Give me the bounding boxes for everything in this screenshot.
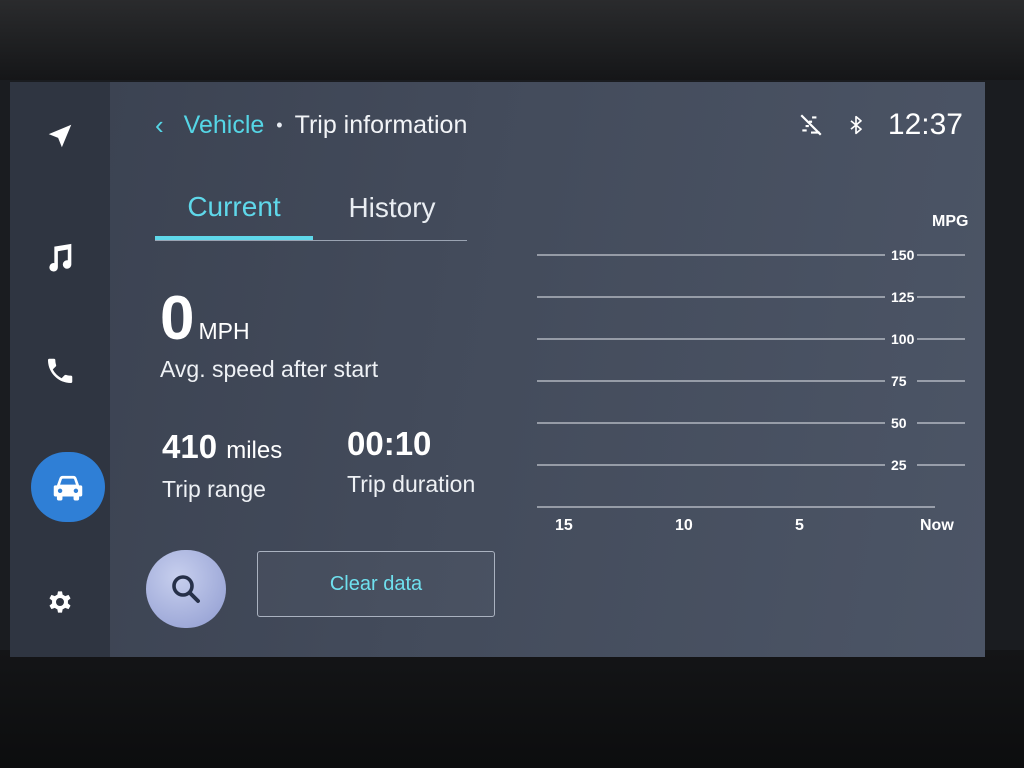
y-tick-label: 125 — [891, 289, 915, 305]
search-button[interactable] — [146, 550, 226, 628]
phone-icon — [48, 358, 73, 383]
nav-rail — [10, 82, 110, 657]
breadcrumb: ‹ Vehicle • Trip information — [155, 108, 467, 142]
navigation-icon — [48, 124, 72, 148]
trip-duration-label: Trip duration — [347, 471, 476, 497]
y-tick-label: 100 — [891, 331, 915, 347]
infotainment-screen: ‹ Vehicle • Trip information 12:37 Curre… — [10, 82, 985, 657]
trip-range-unit: miles — [226, 437, 283, 464]
avg-speed-unit: MPH — [198, 318, 250, 344]
trip-range-label: Trip range — [162, 476, 266, 502]
tab-current[interactable]: Current — [155, 178, 313, 240]
navigation-button[interactable] — [34, 110, 86, 162]
settings-button[interactable] — [34, 576, 86, 628]
trip-duration-value: 00:10 — [347, 425, 432, 462]
search-icon — [172, 575, 200, 603]
vehicle-button[interactable] — [31, 452, 105, 522]
no-signal-icon — [800, 114, 822, 136]
car-icon — [53, 475, 83, 501]
mpg-chart: 150 125 100 75 50 25 15 10 5 Now — [537, 247, 965, 534]
y-tick-label: 75 — [891, 373, 907, 389]
avg-speed-readout: 0 MPH — [160, 288, 250, 350]
y-tick-label: 25 — [891, 457, 907, 473]
avg-speed-label: Avg. speed after start — [160, 356, 379, 382]
breadcrumb-separator: • — [276, 114, 283, 135]
gear-icon — [49, 591, 71, 613]
trip-range-readout: 410 miles — [162, 428, 282, 466]
bluetooth-icon — [850, 115, 862, 135]
y-tick-label: 50 — [891, 415, 907, 431]
breadcrumb-vehicle-link[interactable]: Vehicle — [184, 111, 265, 140]
back-chevron-icon[interactable]: ‹ — [155, 110, 164, 141]
x-tick-label: 5 — [795, 517, 804, 534]
x-tick-label: Now — [920, 517, 954, 534]
clock: 12:37 — [887, 108, 963, 141]
phone-button[interactable] — [34, 345, 86, 397]
page-title: Trip information — [294, 110, 468, 139]
trip-range-value: 410 — [162, 428, 218, 465]
y-tick-label: 150 — [891, 247, 915, 263]
x-tick-label: 15 — [555, 517, 573, 534]
tab-bar: Current History — [155, 178, 467, 241]
clear-data-button[interactable]: Clear data — [257, 551, 495, 617]
display-bezel-top — [0, 0, 1024, 80]
x-tick-label: 10 — [675, 517, 693, 534]
music-icon — [49, 243, 72, 272]
avg-speed-value: 0 — [160, 284, 195, 353]
music-button[interactable] — [34, 232, 86, 284]
display-bezel-bottom — [0, 650, 1024, 768]
tab-history[interactable]: History — [313, 178, 471, 238]
status-bar: 12:37 — [798, 108, 963, 142]
